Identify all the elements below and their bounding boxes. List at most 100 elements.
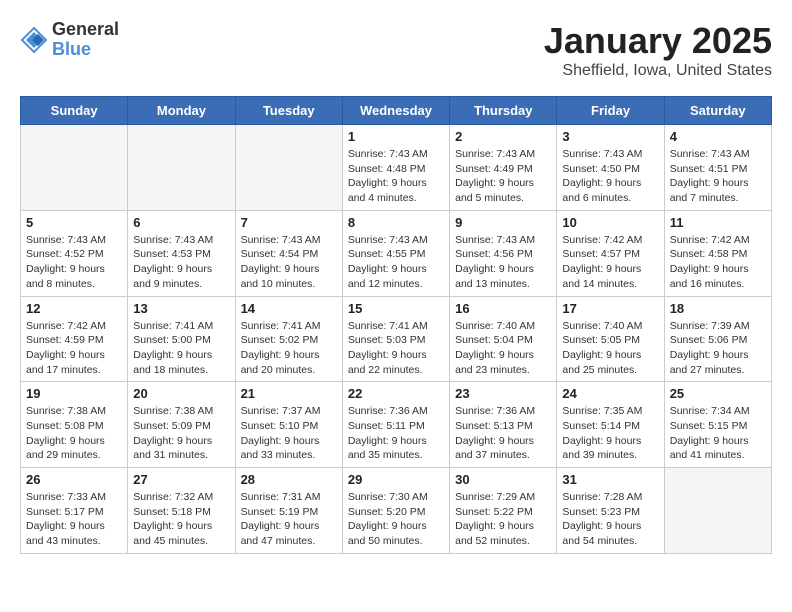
day-info: Sunrise: 7:43 AM Sunset: 4:50 PM Dayligh… [562, 147, 658, 206]
logo-blue: Blue [52, 40, 119, 60]
day-number: 31 [562, 472, 658, 487]
day-info: Sunrise: 7:43 AM Sunset: 4:52 PM Dayligh… [26, 233, 122, 292]
day-number: 28 [241, 472, 337, 487]
day-number: 13 [133, 301, 229, 316]
day-info: Sunrise: 7:28 AM Sunset: 5:23 PM Dayligh… [562, 490, 658, 549]
day-info: Sunrise: 7:36 AM Sunset: 5:13 PM Dayligh… [455, 404, 551, 463]
day-cell: 27 Sunrise: 7:32 AM Sunset: 5:18 PM Dayli… [128, 468, 235, 554]
day-cell: 6 Sunrise: 7:43 AM Sunset: 4:53 PM Daylig… [128, 210, 235, 296]
week-row-3: 12 Sunrise: 7:42 AM Sunset: 4:59 PM Dayli… [21, 296, 772, 382]
day-number: 14 [241, 301, 337, 316]
day-number: 16 [455, 301, 551, 316]
header-friday: Friday [557, 97, 664, 125]
day-cell: 7Sunrise: 7:43 AM Sunset: 4:54 PM Daylig… [235, 210, 342, 296]
day-number: 27 [133, 472, 229, 487]
day-info: Sunrise: 7:41 AM Sunset: 5:00 PM Dayligh… [133, 319, 229, 378]
day-cell [664, 468, 771, 554]
day-cell: 19 Sunrise: 7:38 AM Sunset: 5:08 PM Dayli… [21, 382, 128, 468]
day-number: 20 [133, 386, 229, 401]
day-info: Sunrise: 7:35 AM Sunset: 5:14 PM Dayligh… [562, 404, 658, 463]
day-number: 26 [26, 472, 122, 487]
day-cell: 1 Sunrise: 7:43 AM Sunset: 4:48 PM Daylig… [342, 125, 449, 211]
day-number: 11 [670, 215, 766, 230]
calendar-table: SundayMondayTuesdayWednesdayThursdayFrid… [20, 96, 772, 554]
day-number: 24 [562, 386, 658, 401]
day-cell [235, 125, 342, 211]
header-thursday: Thursday [450, 97, 557, 125]
day-cell: 25 Sunrise: 7:34 AM Sunset: 5:15 PM Dayli… [664, 382, 771, 468]
week-row-2: 5 Sunrise: 7:43 AM Sunset: 4:52 PM Daylig… [21, 210, 772, 296]
day-info: Sunrise: 7:42 AM Sunset: 4:57 PM Dayligh… [562, 233, 658, 292]
logo-icon [20, 26, 48, 54]
day-info: Sunrise: 7:33 AM Sunset: 5:17 PM Dayligh… [26, 490, 122, 549]
day-info: Sunrise: 7:43 AM Sunset: 4:48 PM Dayligh… [348, 147, 444, 206]
day-cell: 16Sunrise: 7:40 AM Sunset: 5:04 PM Dayli… [450, 296, 557, 382]
day-cell: 5 Sunrise: 7:43 AM Sunset: 4:52 PM Daylig… [21, 210, 128, 296]
day-number: 2 [455, 129, 551, 144]
day-info: Sunrise: 7:34 AM Sunset: 5:15 PM Dayligh… [670, 404, 766, 463]
week-row-5: 26 Sunrise: 7:33 AM Sunset: 5:17 PM Dayli… [21, 468, 772, 554]
day-info: Sunrise: 7:42 AM Sunset: 4:59 PM Dayligh… [26, 319, 122, 378]
day-number: 18 [670, 301, 766, 316]
day-cell: 26 Sunrise: 7:33 AM Sunset: 5:17 PM Dayli… [21, 468, 128, 554]
day-cell [128, 125, 235, 211]
day-cell: 30Sunrise: 7:29 AM Sunset: 5:22 PM Dayli… [450, 468, 557, 554]
logo: General Blue [20, 20, 119, 60]
logo-text: General Blue [52, 20, 119, 60]
day-cell: 20Sunrise: 7:38 AM Sunset: 5:09 PM Dayli… [128, 382, 235, 468]
day-number: 9 [455, 215, 551, 230]
day-cell: 15 Sunrise: 7:41 AM Sunset: 5:03 PM Dayli… [342, 296, 449, 382]
day-cell: 29Sunrise: 7:30 AM Sunset: 5:20 PM Dayli… [342, 468, 449, 554]
day-number: 4 [670, 129, 766, 144]
day-number: 29 [348, 472, 444, 487]
header-monday: Monday [128, 97, 235, 125]
day-info: Sunrise: 7:31 AM Sunset: 5:19 PM Dayligh… [241, 490, 337, 549]
day-cell: 13 Sunrise: 7:41 AM Sunset: 5:00 PM Dayli… [128, 296, 235, 382]
day-number: 7 [241, 215, 337, 230]
day-cell: 14 Sunrise: 7:41 AM Sunset: 5:02 PM Dayli… [235, 296, 342, 382]
page-header: General Blue January 2025 Sheffield, Iow… [20, 20, 772, 80]
header-wednesday: Wednesday [342, 97, 449, 125]
day-number: 25 [670, 386, 766, 401]
day-number: 1 [348, 129, 444, 144]
day-number: 19 [26, 386, 122, 401]
day-number: 6 [133, 215, 229, 230]
day-cell: 22 Sunrise: 7:36 AM Sunset: 5:11 PM Dayli… [342, 382, 449, 468]
day-number: 30 [455, 472, 551, 487]
week-row-4: 19 Sunrise: 7:38 AM Sunset: 5:08 PM Dayli… [21, 382, 772, 468]
day-info: Sunrise: 7:41 AM Sunset: 5:02 PM Dayligh… [241, 319, 337, 378]
day-info: Sunrise: 7:32 AM Sunset: 5:18 PM Dayligh… [133, 490, 229, 549]
day-info: Sunrise: 7:36 AM Sunset: 5:11 PM Dayligh… [348, 404, 444, 463]
calendar-subtitle: Sheffield, Iowa, United States [544, 62, 772, 80]
day-number: 15 [348, 301, 444, 316]
day-number: 8 [348, 215, 444, 230]
day-cell: 23Sunrise: 7:36 AM Sunset: 5:13 PM Dayli… [450, 382, 557, 468]
day-info: Sunrise: 7:43 AM Sunset: 4:56 PM Dayligh… [455, 233, 551, 292]
day-number: 10 [562, 215, 658, 230]
day-info: Sunrise: 7:43 AM Sunset: 4:49 PM Dayligh… [455, 147, 551, 206]
day-cell: 3 Sunrise: 7:43 AM Sunset: 4:50 PM Daylig… [557, 125, 664, 211]
day-cell: 21Sunrise: 7:37 AM Sunset: 5:10 PM Dayli… [235, 382, 342, 468]
day-info: Sunrise: 7:42 AM Sunset: 4:58 PM Dayligh… [670, 233, 766, 292]
day-info: Sunrise: 7:43 AM Sunset: 4:53 PM Dayligh… [133, 233, 229, 292]
day-number: 22 [348, 386, 444, 401]
day-cell: 28 Sunrise: 7:31 AM Sunset: 5:19 PM Dayli… [235, 468, 342, 554]
day-cell: 8Sunrise: 7:43 AM Sunset: 4:55 PM Daylig… [342, 210, 449, 296]
day-cell: 24 Sunrise: 7:35 AM Sunset: 5:14 PM Dayli… [557, 382, 664, 468]
day-info: Sunrise: 7:41 AM Sunset: 5:03 PM Dayligh… [348, 319, 444, 378]
day-info: Sunrise: 7:38 AM Sunset: 5:08 PM Dayligh… [26, 404, 122, 463]
day-cell [21, 125, 128, 211]
day-number: 3 [562, 129, 658, 144]
day-cell: 18 Sunrise: 7:39 AM Sunset: 5:06 PM Dayli… [664, 296, 771, 382]
logo-general: General [52, 20, 119, 40]
calendar-header-row: SundayMondayTuesdayWednesdayThursdayFrid… [21, 97, 772, 125]
day-info: Sunrise: 7:37 AM Sunset: 5:10 PM Dayligh… [241, 404, 337, 463]
day-info: Sunrise: 7:39 AM Sunset: 5:06 PM Dayligh… [670, 319, 766, 378]
day-number: 12 [26, 301, 122, 316]
day-number: 17 [562, 301, 658, 316]
day-number: 5 [26, 215, 122, 230]
day-cell: 11 Sunrise: 7:42 AM Sunset: 4:58 PM Dayli… [664, 210, 771, 296]
day-cell: 4Sunrise: 7:43 AM Sunset: 4:51 PM Daylig… [664, 125, 771, 211]
day-cell: 12 Sunrise: 7:42 AM Sunset: 4:59 PM Dayli… [21, 296, 128, 382]
day-info: Sunrise: 7:40 AM Sunset: 5:05 PM Dayligh… [562, 319, 658, 378]
